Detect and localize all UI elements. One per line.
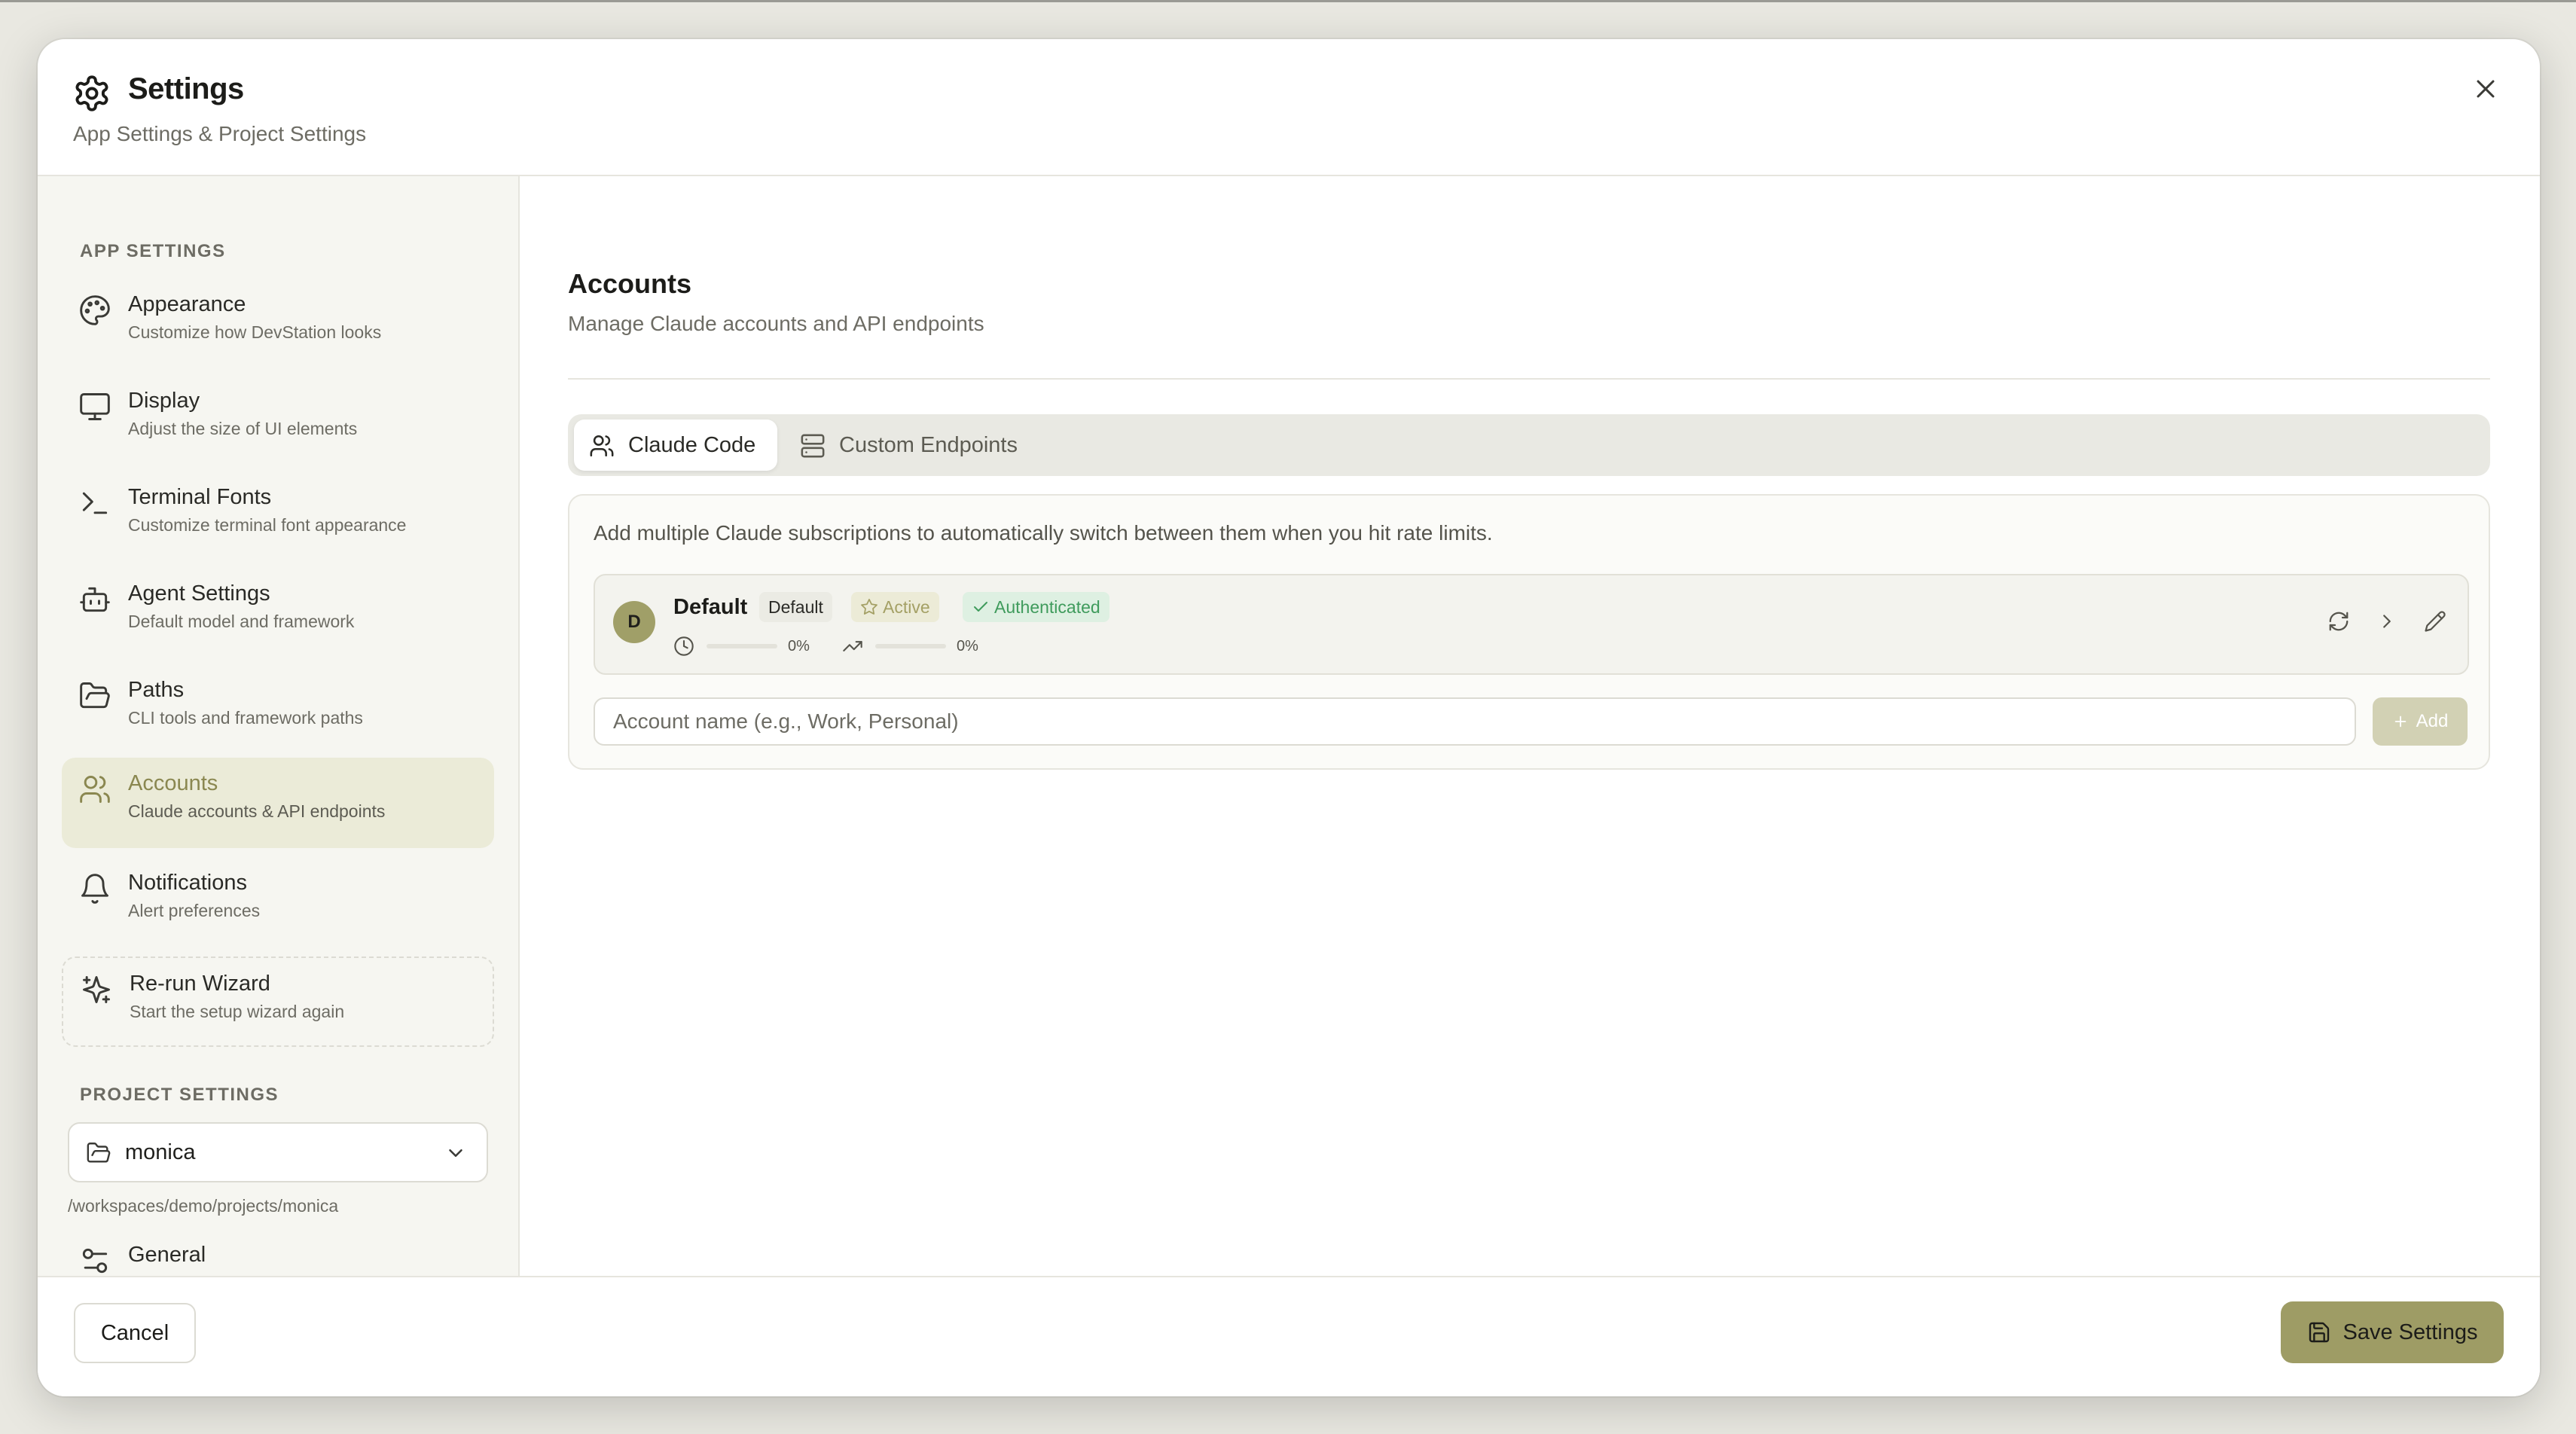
sidebar-item-label: General	[128, 1243, 206, 1267]
sidebar-item-desc: Customize terminal font appearance	[128, 515, 407, 535]
weekly-usage-bar	[875, 644, 946, 648]
sidebar-item-accounts[interactable]: Accounts Claude accounts & API endpoints	[62, 758, 494, 848]
page-title: Accounts	[568, 268, 692, 299]
trending-up-icon	[842, 636, 863, 657]
terminal-icon	[78, 487, 111, 520]
save-label: Save Settings	[2343, 1320, 2478, 1344]
tab-claude-code[interactable]: Claude Code	[574, 420, 777, 471]
sidebar-item-label: Display	[128, 389, 200, 413]
sidebar-item-desc: Alert preferences	[128, 901, 261, 920]
badge-label: Default	[768, 596, 823, 617]
star-icon	[861, 599, 877, 615]
sidebar-item-desc: Customize how DevStation looks	[128, 322, 382, 342]
settings-sidebar: APP SETTINGS Appearance Customize how De…	[38, 176, 520, 1276]
window-top-border	[0, 0, 2576, 2]
account-card[interactable]: D Default Default Active Authenticated 0…	[594, 574, 2469, 675]
account-name-input[interactable]	[594, 697, 2356, 746]
folder-icon	[78, 679, 111, 712]
session-usage-pct: 0%	[788, 637, 810, 654]
dialog-header: Settings App Settings & Project Settings	[38, 39, 2540, 176]
badge-label: Active	[883, 596, 930, 617]
tab-custom-endpoints[interactable]: Custom Endpoints	[785, 420, 1033, 471]
weekly-usage-pct: 0%	[957, 637, 978, 654]
account-actions	[2327, 610, 2446, 633]
sparkles-icon	[80, 973, 113, 1006]
bot-icon	[78, 583, 111, 616]
wizard-label: Re-run Wizard	[130, 972, 270, 996]
folder-open-icon	[86, 1140, 111, 1166]
chevron-down-icon	[444, 1142, 467, 1164]
save-settings-button[interactable]: Save Settings	[2281, 1301, 2504, 1363]
clock-icon	[673, 636, 694, 657]
project-select-value: monica	[125, 1140, 196, 1164]
account-tabs: Claude Code Custom Endpoints	[568, 414, 2490, 476]
sidebar-item-label: Terminal Fonts	[128, 485, 272, 509]
settings-dialog: Settings App Settings & Project Settings…	[38, 39, 2540, 1396]
plus-icon	[2392, 713, 2409, 730]
tab-label: Claude Code	[628, 433, 756, 457]
server-icon	[800, 433, 826, 459]
dialog-subtitle: App Settings & Project Settings	[73, 122, 367, 145]
sidebar-item-desc: CLI tools and framework paths	[128, 708, 363, 728]
page-subtitle: Manage Claude accounts and API endpoints	[568, 312, 984, 335]
check-icon	[974, 602, 987, 612]
sidebar-item-label: Appearance	[128, 292, 246, 316]
close-icon	[2477, 80, 2495, 98]
users-icon	[589, 433, 615, 459]
bell-icon	[78, 872, 111, 905]
sidebar-item-label: Accounts	[128, 771, 218, 795]
sliders-icon	[78, 1244, 111, 1277]
dialog-footer: Cancel Save Settings	[38, 1276, 2540, 1396]
default-badge: Default	[759, 592, 832, 622]
sidebar-item-terminal-fonts[interactable]: Terminal Fonts Customize terminal font a…	[62, 471, 494, 562]
cancel-button[interactable]: Cancel	[74, 1303, 196, 1363]
authenticated-badge: Authenticated	[963, 592, 1109, 622]
weekly-usage: 0%	[842, 633, 978, 660]
project-path: /workspaces/demo/projects/monica	[68, 1196, 339, 1216]
sidebar-item-desc: Claude accounts & API endpoints	[128, 801, 386, 821]
sidebar-item-notifications[interactable]: Notifications Alert preferences	[62, 857, 494, 947]
users-icon	[78, 773, 111, 806]
divider	[568, 378, 2490, 380]
sidebar-item-agent-settings[interactable]: Agent Settings Default model and framewo…	[62, 568, 494, 658]
account-name: Default	[673, 595, 748, 619]
accounts-panel: Add multiple Claude subscriptions to aut…	[568, 494, 2490, 770]
wizard-desc: Start the setup wizard again	[130, 1002, 345, 1021]
project-settings-section-label: PROJECT SETTINGS	[80, 1085, 279, 1105]
sidebar-item-appearance[interactable]: Appearance Customize how DevStation look…	[62, 279, 494, 369]
edit-icon[interactable]	[2424, 610, 2446, 633]
sidebar-item-label: Paths	[128, 678, 185, 702]
chevron-right-icon[interactable]	[2376, 610, 2398, 633]
sidebar-item-desc: Adjust the size of UI elements	[128, 419, 358, 438]
panel-description: Add multiple Claude subscriptions to aut…	[594, 521, 1493, 545]
sidebar-item-paths[interactable]: Paths CLI tools and framework paths	[62, 664, 494, 755]
settings-content: Accounts Manage Claude accounts and API …	[521, 176, 2540, 1276]
sidebar-item-label: Notifications	[128, 871, 247, 895]
gear-icon	[72, 74, 111, 113]
active-badge: Active	[851, 592, 939, 622]
session-usage-bar	[707, 644, 777, 648]
add-account-button[interactable]: Add	[2373, 697, 2468, 746]
sidebar-item-general[interactable]: General	[62, 1229, 494, 1279]
save-icon	[2307, 1320, 2331, 1344]
sidebar-item-label: Agent Settings	[128, 581, 270, 606]
close-button[interactable]	[2466, 69, 2505, 108]
add-label: Add	[2416, 711, 2449, 731]
project-select[interactable]: monica	[68, 1122, 488, 1182]
rerun-wizard-button[interactable]: Re-run Wizard Start the setup wizard aga…	[62, 957, 494, 1047]
session-usage: 0%	[673, 633, 810, 660]
dialog-title: Settings	[128, 72, 244, 105]
avatar: D	[613, 601, 655, 643]
refresh-icon[interactable]	[2327, 610, 2350, 633]
tab-label: Custom Endpoints	[839, 433, 1018, 457]
sidebar-item-desc: Default model and framework	[128, 612, 355, 631]
app-settings-section-label: APP SETTINGS	[80, 241, 226, 261]
monitor-icon	[78, 390, 111, 423]
sidebar-item-display[interactable]: Display Adjust the size of UI elements	[62, 375, 494, 465]
badge-label: Authenticated	[994, 596, 1100, 617]
palette-icon	[78, 294, 111, 327]
